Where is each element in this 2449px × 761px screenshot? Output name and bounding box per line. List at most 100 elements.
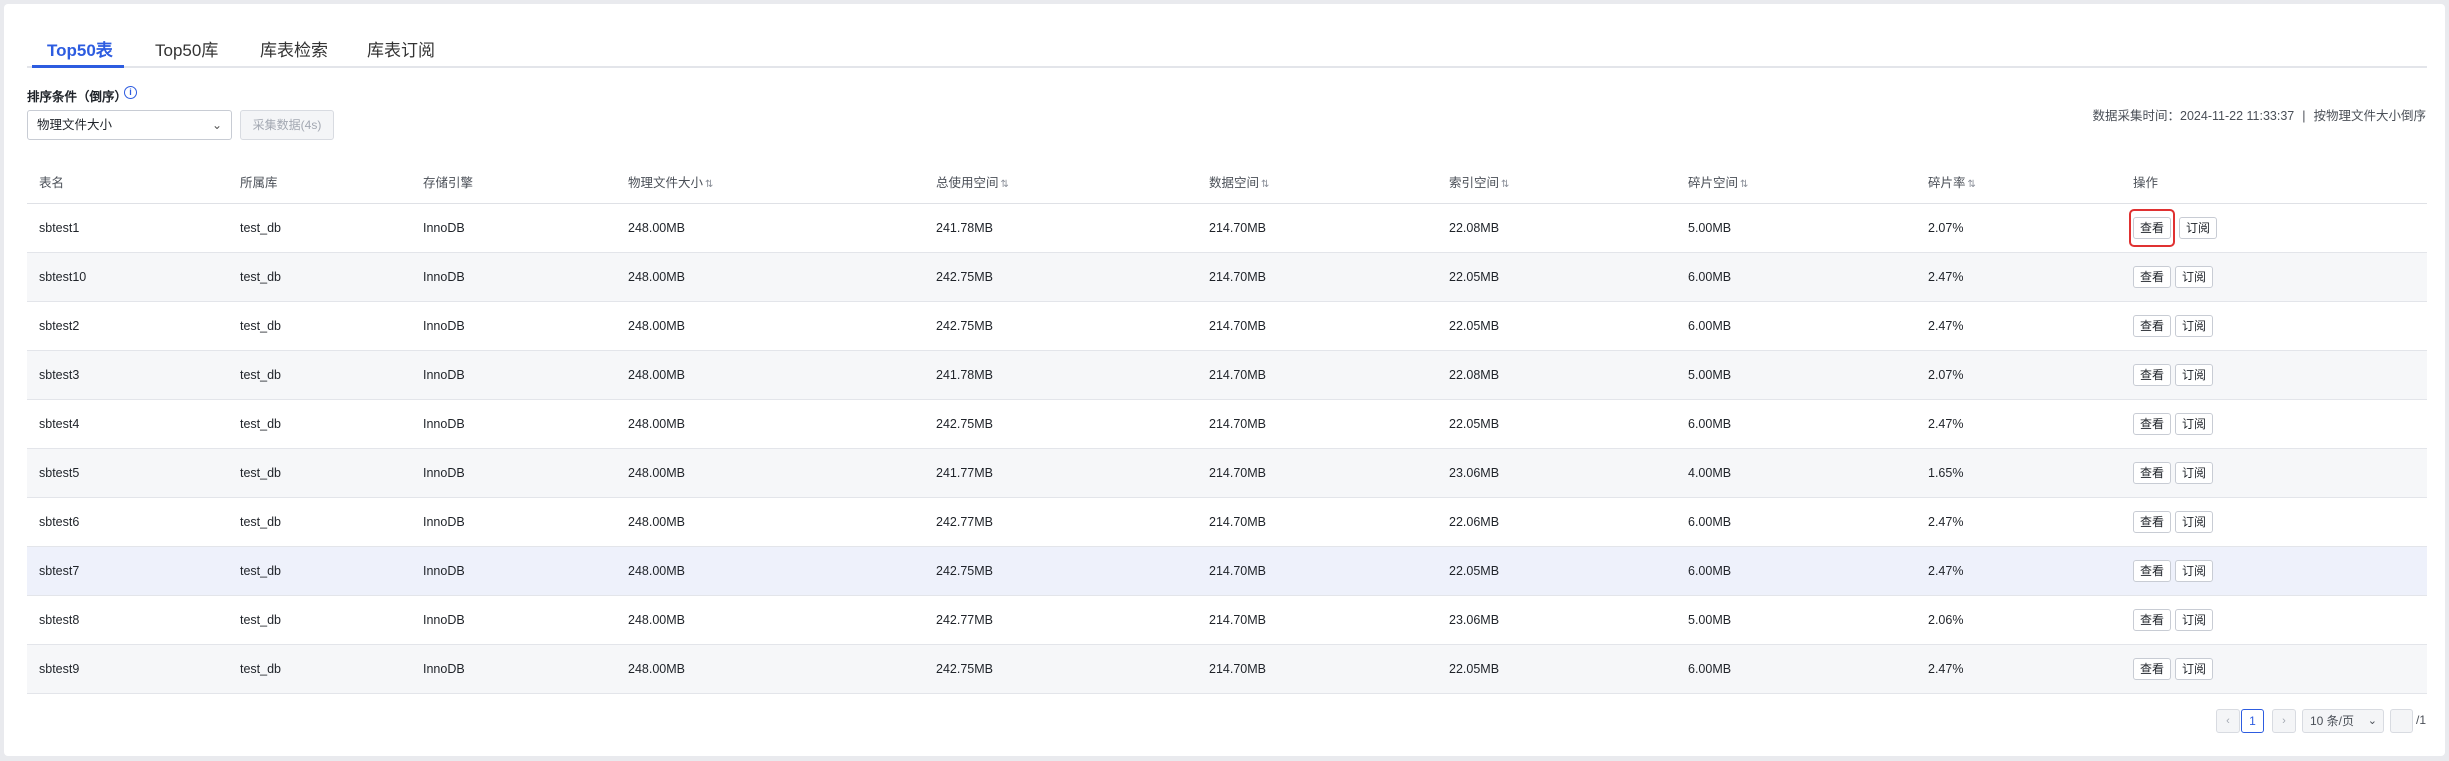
cell-name: sbtest1 — [27, 203, 228, 253]
cell-db: test_db — [228, 350, 411, 400]
tab-table-search[interactable]: 库表检索 — [260, 36, 328, 61]
sort-icon[interactable]: ⇅ — [1968, 179, 1976, 190]
view-button[interactable]: 查看 — [2133, 363, 2172, 386]
view-button[interactable]: 查看 — [2133, 314, 2172, 337]
cell-total: 242.75MB — [924, 546, 1197, 596]
cell-rate: 2.47% — [1916, 399, 2121, 449]
column-header-label: 所属库 — [240, 175, 278, 190]
page-number-1[interactable]: 1 — [2241, 709, 2264, 733]
column-header[interactable]: 碎片率 ⇅ — [1916, 160, 2121, 204]
cell-db: test_db — [228, 399, 411, 449]
table-row: sbtest7 test_db InnoDB 248.00MB 242.75MB 214.… — [27, 546, 2427, 596]
cell-db: test_db — [228, 301, 411, 351]
table-row: sbtest4 test_db InnoDB 248.00MB 242.75MB 214.… — [27, 399, 2427, 449]
cell-db: test_db — [228, 497, 411, 547]
cell-rate: 2.47% — [1916, 497, 2121, 547]
view-button[interactable]: 查看 — [2133, 657, 2172, 680]
column-header[interactable]: 碎片空间 ⇅ — [1676, 160, 1916, 204]
sort-condition-label: 排序条件（倒序） — [27, 90, 128, 104]
column-header[interactable]: 物理文件大小 ⇅ — [616, 160, 924, 204]
cell-actions: 查看 订阅 — [2121, 595, 2427, 645]
view-button[interactable]: 查看 — [2133, 216, 2172, 239]
sort-icon[interactable]: ⇅ — [1740, 179, 1748, 190]
tab-bar: Top50表 Top50库 库表检索 库表订阅 — [27, 22, 2427, 68]
cell-name: sbtest9 — [27, 644, 228, 694]
subscribe-button[interactable]: 订阅 — [2175, 363, 2214, 386]
subscribe-button[interactable]: 订阅 — [2175, 510, 2214, 533]
tab-table-subscription[interactable]: 库表订阅 — [367, 36, 435, 61]
sort-icon[interactable]: ⇅ — [1261, 179, 1269, 190]
table-row: sbtest9 test_db InnoDB 248.00MB 242.75MB 214.… — [27, 644, 2427, 694]
next-page-button[interactable]: › — [2272, 709, 2296, 733]
subscribe-button[interactable]: 订阅 — [2175, 461, 2214, 484]
cell-rate: 2.47% — [1916, 546, 2121, 596]
top50-table: 表名 所属库 存储引擎 物理文件大小 ⇅ 总使用空间 ⇅ 数据空间 ⇅ 索引空间 ⇅ 碎片空间 ⇅ 碎片率… — [27, 160, 2427, 694]
cell-index: 23.06MB — [1437, 448, 1676, 498]
cell-actions: 查看 订阅 — [2121, 203, 2427, 253]
prev-page-button[interactable]: ‹ — [2216, 709, 2240, 733]
view-button[interactable]: 查看 — [2133, 265, 2172, 288]
subscribe-button[interactable]: 订阅 — [2175, 412, 2214, 435]
cell-engine: InnoDB — [411, 448, 616, 498]
info-icon[interactable]: i — [124, 86, 137, 99]
view-button[interactable]: 查看 — [2133, 510, 2172, 533]
subscribe-button[interactable]: 订阅 — [2175, 657, 2214, 680]
cell-name: sbtest6 — [27, 497, 228, 547]
cell-total: 242.77MB — [924, 497, 1197, 547]
cell-frag: 6.00MB — [1676, 546, 1916, 596]
meta-separator: | — [2302, 109, 2306, 123]
cell-engine: InnoDB — [411, 301, 616, 351]
column-header-label: 碎片率 — [1928, 175, 1966, 190]
column-header[interactable]: 总使用空间 ⇅ — [924, 160, 1197, 204]
cell-index: 22.05MB — [1437, 301, 1676, 351]
cell-actions: 查看 订阅 — [2121, 350, 2427, 400]
view-button[interactable]: 查看 — [2133, 608, 2172, 631]
cell-frag: 4.00MB — [1676, 448, 1916, 498]
sort-icon[interactable]: ⇅ — [1001, 179, 1009, 190]
cell-db: test_db — [228, 546, 411, 596]
table-row: sbtest10 test_db InnoDB 248.00MB 242.75MB 214… — [27, 252, 2427, 302]
cell-frag: 5.00MB — [1676, 595, 1916, 645]
column-header[interactable]: 数据空间 ⇅ — [1197, 160, 1437, 204]
tab-top50-tables[interactable]: Top50表 — [47, 36, 113, 61]
cell-frag: 6.00MB — [1676, 497, 1916, 547]
subscribe-button[interactable]: 订阅 — [2175, 265, 2214, 288]
cell-actions: 查看 订阅 — [2121, 497, 2427, 547]
column-header[interactable]: 索引空间 ⇅ — [1437, 160, 1676, 204]
column-header-label: 碎片空间 — [1688, 175, 1739, 190]
page-size-select[interactable]: 10 条/页 ⌄ — [2302, 709, 2384, 733]
cell-actions: 查看 订阅 — [2121, 644, 2427, 694]
cell-data: 214.70MB — [1197, 301, 1437, 351]
cell-engine: InnoDB — [411, 546, 616, 596]
cell-phys: 248.00MB — [616, 350, 924, 400]
view-button[interactable]: 查看 — [2133, 412, 2172, 435]
page-jump-input[interactable] — [2390, 709, 2413, 733]
sort-icon[interactable]: ⇅ — [1501, 179, 1509, 190]
subscribe-button[interactable]: 订阅 — [2179, 216, 2218, 239]
subscribe-button[interactable]: 订阅 — [2175, 314, 2214, 337]
sort-select[interactable]: 物理文件大小 ⌄ — [27, 110, 232, 140]
cell-phys: 248.00MB — [616, 497, 924, 547]
view-button[interactable]: 查看 — [2133, 461, 2172, 484]
sort-select-value: 物理文件大小 — [37, 118, 113, 132]
column-header-label: 数据空间 — [1209, 175, 1260, 190]
cell-data: 214.70MB — [1197, 399, 1437, 449]
cell-index: 22.08MB — [1437, 203, 1676, 253]
cell-db: test_db — [228, 448, 411, 498]
table-row: sbtest8 test_db InnoDB 248.00MB 242.77MB 214.… — [27, 595, 2427, 645]
cell-frag: 5.00MB — [1676, 203, 1916, 253]
tab-top50-dbs[interactable]: Top50库 — [155, 36, 218, 61]
subscribe-button[interactable]: 订阅 — [2175, 559, 2214, 582]
sort-icon[interactable]: ⇅ — [705, 179, 713, 190]
cell-total: 242.75MB — [924, 399, 1197, 449]
collect-data-button[interactable]: 采集数据(4s) — [240, 110, 334, 140]
cell-data: 214.70MB — [1197, 203, 1437, 253]
table-row: sbtest1 test_db InnoDB 248.00MB 241.78MB 214.… — [27, 203, 2427, 253]
cell-index: 23.06MB — [1437, 595, 1676, 645]
table-row: sbtest2 test_db InnoDB 248.00MB 242.75MB 214.… — [27, 301, 2427, 351]
table-row: sbtest5 test_db InnoDB 248.00MB 241.77MB 214.… — [27, 448, 2427, 498]
cell-actions: 查看 订阅 — [2121, 301, 2427, 351]
view-button[interactable]: 查看 — [2133, 559, 2172, 582]
subscribe-button[interactable]: 订阅 — [2175, 608, 2214, 631]
cell-actions: 查看 订阅 — [2121, 448, 2427, 498]
